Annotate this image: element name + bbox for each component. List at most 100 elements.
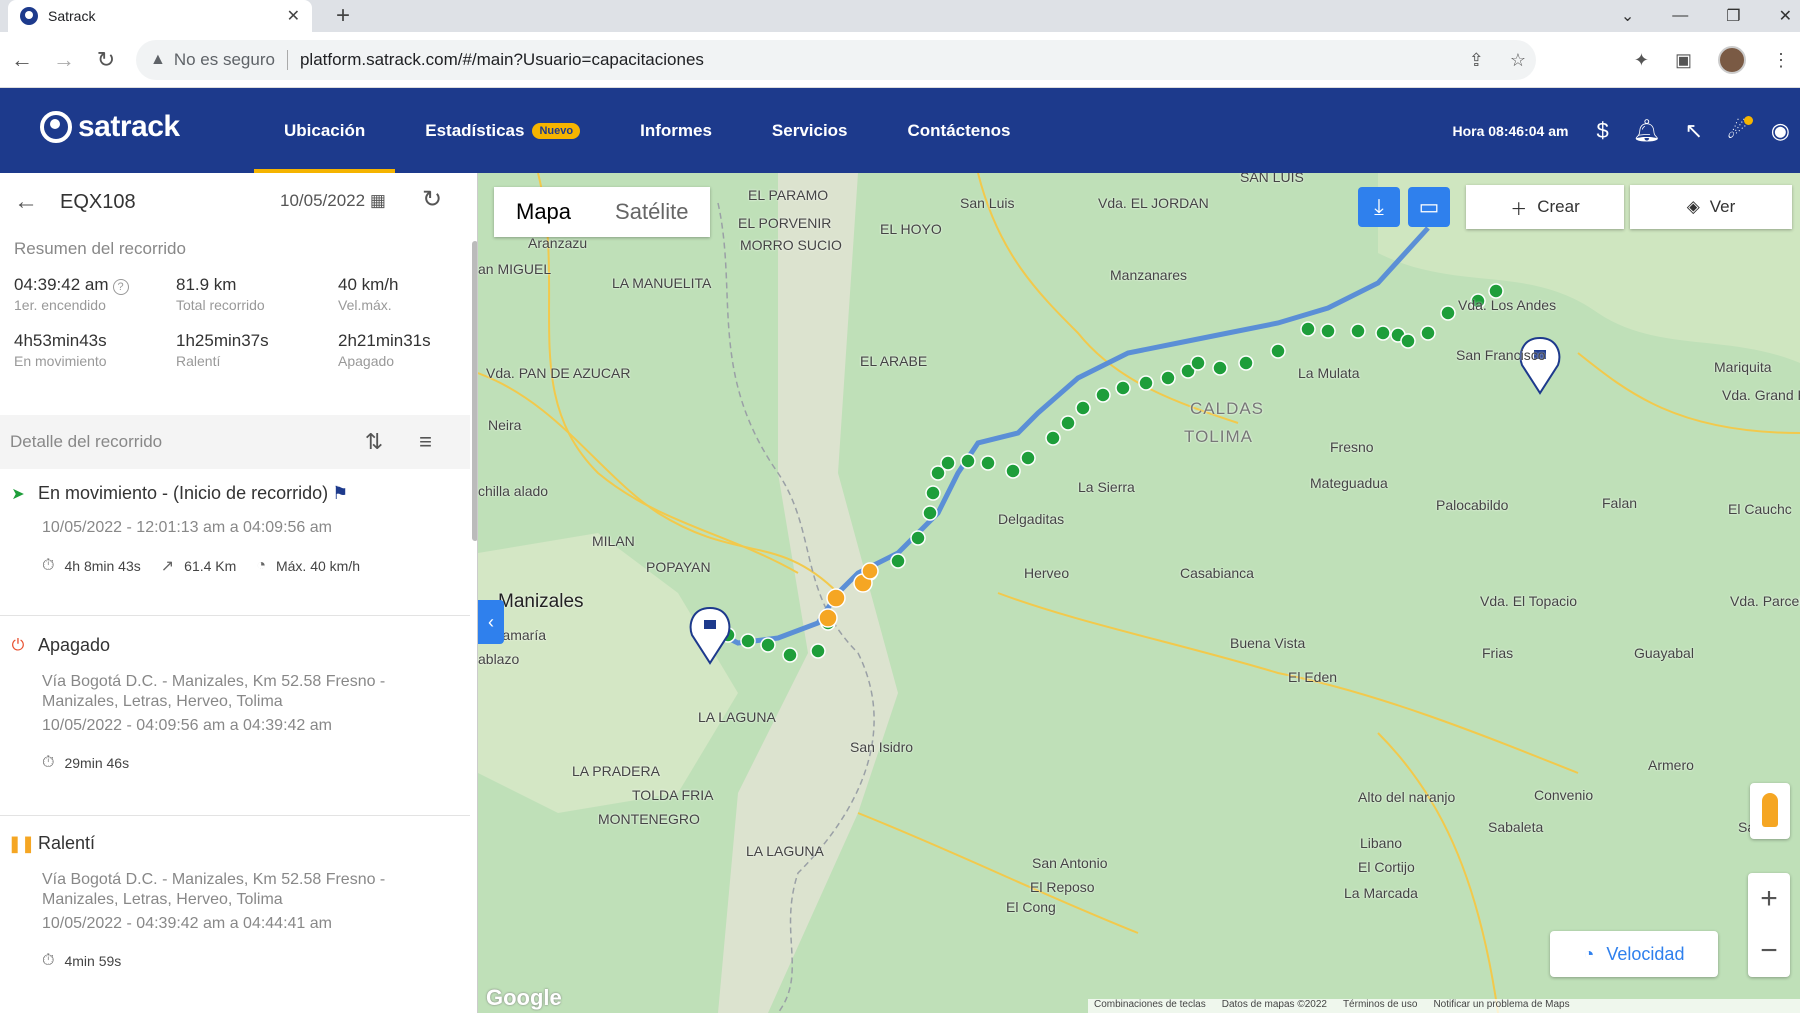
user-account-icon[interactable]: ◉	[1771, 118, 1790, 144]
stat-value: 81.9 km	[176, 275, 237, 294]
create-button[interactable]: ＋ Crear	[1466, 185, 1624, 229]
new-tab-icon[interactable]: +	[336, 2, 350, 30]
map-place-label: Vda. EL JORDAN	[1098, 195, 1209, 211]
attribution-report[interactable]: Notificar un problema de Maps	[1433, 999, 1569, 1013]
address-bar[interactable]: ▲ No es seguro platform.satrack.com/#/ma…	[136, 40, 1536, 80]
calendar-icon[interactable]: ▦	[370, 191, 386, 210]
event-max-speed: Máx. 40 km/h	[275, 558, 361, 574]
tab-close-icon[interactable]: ✕	[287, 6, 300, 26]
event-metrics: ⏱ 4min 59s	[42, 952, 462, 970]
nav-informes[interactable]: Informes	[610, 88, 742, 173]
back-icon[interactable]: ←	[2, 47, 42, 73]
map-place-label: EL PARAMO	[748, 187, 829, 203]
nav-ubicacion[interactable]: Ubicación	[254, 88, 396, 173]
map-place-label: San Luis	[960, 195, 1015, 211]
event-moving[interactable]: ➤ En movimiento - (Inicio de recorrido) …	[0, 483, 470, 576]
event-title: Ralentí	[38, 833, 96, 853]
summary-title: Resumen del recorrido	[14, 239, 186, 258]
event-idle[interactable]: ❚❚ Ralentí Vía Bogotá D.C. - Manizales, …	[0, 833, 470, 970]
map-place-label: EL PORVENIR	[738, 215, 832, 231]
divider	[286, 50, 288, 70]
map-type-satellite[interactable]: Satélite	[593, 187, 710, 237]
back-arrow-icon[interactable]: ←	[14, 188, 38, 216]
tab-search-icon[interactable]: ⌄	[1621, 6, 1634, 26]
map-place-label: La Sierra	[1078, 479, 1135, 495]
stat-value: 2h21min31s	[338, 331, 431, 350]
browser-menu-icon[interactable]: ⋮	[1772, 50, 1790, 71]
refresh-icon[interactable]: ↻	[422, 185, 442, 214]
view-layers-button[interactable]: ◈ Ver	[1630, 185, 1792, 229]
date-picker[interactable]: 10/05/2022 ▦	[280, 191, 386, 211]
create-label: Crear	[1537, 197, 1580, 216]
street-view-pegman-icon[interactable]	[1750, 783, 1790, 839]
map-place-label: LA PRADERA	[572, 763, 660, 779]
event-metrics: ⏱ 29min 46s	[42, 754, 462, 772]
route-summary: 04:39:42 am? 1er. encendido 81.9 km Tota…	[0, 267, 477, 369]
ruler-icon[interactable]: ▭	[1408, 187, 1450, 227]
minimize-icon[interactable]: —	[1672, 7, 1688, 25]
collapse-panel-chevron-icon[interactable]: ‹	[478, 600, 504, 644]
speed-label: Velocidad	[1606, 943, 1685, 964]
divider	[0, 815, 470, 816]
extensions-icon[interactable]: ✦	[1634, 50, 1649, 71]
insecure-label: No es seguro	[173, 50, 275, 69]
event-address-line1: Vía Bogotá D.C. - Manizales, Km 52.58 Fr…	[42, 673, 386, 690]
map-place-label: Frias	[1482, 645, 1514, 661]
speed-button[interactable]: ◔ Velocidad	[1550, 931, 1718, 977]
sort-icon[interactable]: ⇅	[365, 429, 383, 455]
bookmark-star-icon[interactable]: ☆	[1510, 50, 1526, 71]
map-place-label: Vda. PAN DE AZUCAR	[486, 365, 631, 381]
tab-title: Satrack	[48, 8, 96, 24]
dollar-icon[interactable]: $	[1596, 118, 1608, 144]
map-place-label: Vda. Parcelacic Incora	[1730, 593, 1800, 609]
event-address-line2: Manizales, Letras, Herveo, Tolima	[42, 693, 283, 710]
download-icon[interactable]: ⤓	[1358, 187, 1400, 227]
share-icon[interactable]: ⇪	[1469, 50, 1484, 71]
help-icon[interactable]: ?	[112, 279, 129, 295]
cursor-arrow-icon[interactable]: ↖	[1685, 118, 1703, 144]
event-time: 10/05/2022 - 04:09:56 am a 04:39:42 am	[42, 717, 332, 734]
plus-icon: ＋	[1510, 199, 1528, 219]
event-off[interactable]: ⏻ Apagado Vía Bogotá D.C. - Manizales, K…	[0, 635, 470, 772]
reload-icon[interactable]: ↻	[86, 47, 126, 73]
forward-icon[interactable]: →	[44, 47, 84, 73]
event-time: 10/05/2022 - 12:01:13 am a 04:09:56 am	[42, 519, 332, 536]
nav-estadisticas[interactable]: Estadísticas Nuevo	[395, 88, 610, 173]
nav-label: Estadísticas	[425, 120, 525, 140]
map-place-label: Palocabildo	[1436, 497, 1509, 513]
restore-icon[interactable]: ❐	[1726, 6, 1740, 26]
speedometer-icon: ◔	[1583, 943, 1595, 964]
bell-icon[interactable]: 🔔︎	[1633, 118, 1661, 144]
map-type-map[interactable]: Mapa	[494, 187, 593, 237]
map-place-label: Neira	[488, 417, 522, 433]
app-header: satrack Ubicación Estadísticas Nuevo Info…	[0, 88, 1800, 173]
event-title-row: ➤ En movimiento - (Inicio de recorrido) …	[8, 483, 462, 504]
filter-icon[interactable]: ≡	[419, 429, 432, 455]
zoom-out-button[interactable]: −	[1748, 925, 1790, 977]
nav-contactenos[interactable]: Contáctenos	[878, 88, 1041, 173]
window-close-icon[interactable]: ✕	[1779, 6, 1792, 26]
url-text: platform.satrack.com/#/main?Usuario=capa…	[299, 50, 704, 69]
side-panel-icon[interactable]: ▣	[1675, 50, 1692, 71]
attribution-shortcuts[interactable]: Combinaciones de teclas	[1094, 999, 1206, 1013]
zoom-in-button[interactable]: +	[1748, 873, 1790, 925]
map-place-label: Manzanares	[1110, 267, 1188, 283]
announcements-icon[interactable]: ☄	[1727, 115, 1753, 144]
stat-label: Apagado	[338, 353, 395, 369]
event-title-row: ⏻ Apagado	[8, 635, 462, 656]
map-view[interactable]: SAN LUIS EL PARAMO San Luis Vda. EL JORD…	[478, 173, 1800, 1013]
header-actions: Hora 08:46:04 am $ 🔔︎ ↖ ☄ ◉	[1452, 88, 1790, 173]
toolbar-actions: ✦ ▣ ⋮	[1634, 46, 1790, 74]
stat-off: 2h21min31s Apagado	[338, 331, 477, 369]
profile-avatar[interactable]	[1718, 46, 1746, 74]
attribution-terms[interactable]: Términos de uso	[1343, 999, 1417, 1013]
nav-servicios[interactable]: Servicios	[742, 88, 878, 173]
map-place-label: Buena Vista	[1230, 635, 1306, 651]
map-place-label: Falan	[1602, 495, 1638, 511]
map-place-label: El Reposo	[1030, 879, 1095, 895]
map-place-label: POPAYAN	[646, 559, 711, 575]
browser-tab[interactable]: Satrack ✕	[8, 0, 312, 32]
satrack-logo[interactable]: satrack	[40, 110, 180, 144]
event-metrics: ⏱ 4h 8min 43s ↗ 61.4 Km ◔ Máx. 40 km/h	[42, 556, 462, 576]
timer-icon: ⏱	[42, 557, 55, 574]
